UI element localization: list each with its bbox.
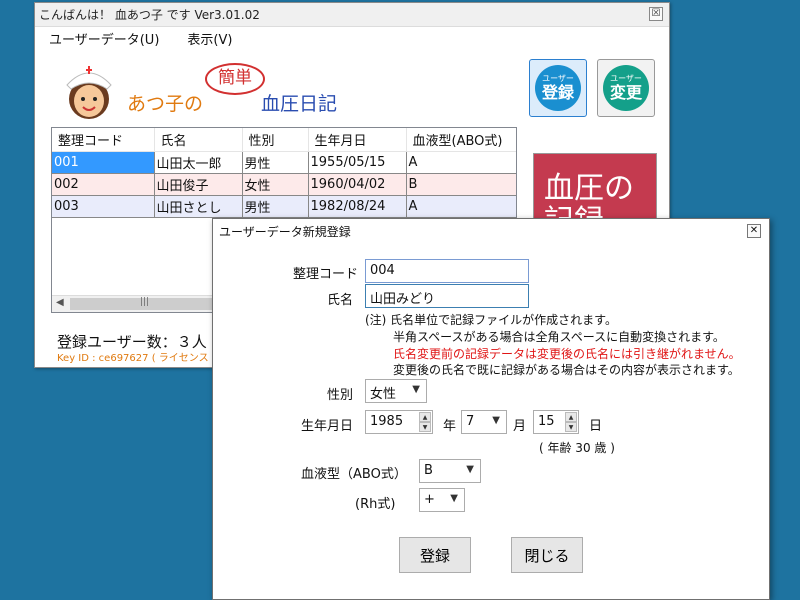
table-cell: 女性 xyxy=(242,173,309,196)
table-row[interactable]: 003 山田さとし 男性 1982/08/24 A xyxy=(52,195,516,218)
month-unit: 月 xyxy=(513,419,527,434)
table-cell: 001 xyxy=(52,151,155,174)
table-cell: A xyxy=(406,195,516,218)
gender-label: 性別 xyxy=(327,388,354,403)
chevron-down-icon: ▼ xyxy=(492,415,500,426)
year-value: 1985 xyxy=(370,414,404,429)
user-change-button[interactable]: ユーザー 変更 xyxy=(597,59,655,117)
table-cell: A xyxy=(406,151,516,174)
spin-up-icon[interactable]: ▲ xyxy=(419,412,431,422)
app-logo: あつ子の 簡単 血圧日記 xyxy=(57,59,357,123)
name-field[interactable]: 山田みどり xyxy=(365,284,529,308)
new-user-dialog: ユーザーデータ新規登録 ✕ 整理コード 004 氏名 山田みどり (注) 氏名単… xyxy=(212,218,770,600)
table-cell: 002 xyxy=(52,173,155,196)
day-unit: 日 xyxy=(589,419,603,434)
table-cell: 山田さとし xyxy=(154,195,243,218)
dob-label: 生年月日 xyxy=(301,419,354,434)
chevron-down-icon: ▼ xyxy=(450,493,458,504)
code-label: 整理コード xyxy=(293,267,359,282)
rh-label: (Rh式) xyxy=(355,497,396,512)
column-header[interactable]: 整理コード xyxy=(52,128,155,152)
note-line: 変更後の氏名で既に記録がある場合はその内容が表示されます。 xyxy=(393,363,740,377)
close-button[interactable]: 閉じる xyxy=(511,537,583,573)
menu-view[interactable]: 表示(V) xyxy=(173,29,246,48)
logo-bubble: 簡単 xyxy=(205,63,265,95)
table-cell: 1982/08/24 xyxy=(308,195,407,218)
dialog-titlebar: ユーザーデータ新規登録 ✕ xyxy=(213,219,769,243)
table-cell: 1960/04/02 xyxy=(308,173,407,196)
note-line-warning: 氏名変更前の記録データは変更後の氏名には引き継がれません。 xyxy=(393,347,741,361)
month-select[interactable]: 7 ▼ xyxy=(461,410,507,434)
close-icon[interactable]: ✕ xyxy=(747,224,761,238)
user-register-button[interactable]: ユーザー 登録 xyxy=(529,59,587,117)
nurse-icon xyxy=(66,66,112,119)
dialog-title: ユーザーデータ新規登録 xyxy=(219,224,351,239)
column-header[interactable]: 氏名 xyxy=(154,128,243,152)
age-text: ( 年齢 30 歳 ) xyxy=(539,441,615,455)
year-stepper[interactable]: 1985 ▲ ▼ xyxy=(365,410,433,434)
table-header: 整理コード 氏名 性別 生年月日 血液型(ABO式) xyxy=(52,128,516,152)
gender-value: 女性 xyxy=(370,387,397,402)
note-line: (注) 氏名単位で記録ファイルが作成されます。 xyxy=(365,313,617,327)
chevron-down-icon: ▼ xyxy=(412,384,420,395)
table-cell: 男性 xyxy=(242,151,309,174)
logo-text-part2: 血圧日記 xyxy=(261,93,338,115)
table-cell: 1955/05/15 xyxy=(308,151,407,174)
table-cell: 男性 xyxy=(242,195,309,218)
gender-select[interactable]: 女性 ▼ xyxy=(365,379,427,403)
day-stepper[interactable]: 15 ▲ ▼ xyxy=(533,410,579,434)
code-field[interactable]: 004 xyxy=(365,259,529,283)
scroll-grip-icon: ||| xyxy=(140,297,150,307)
name-label: 氏名 xyxy=(327,293,354,308)
blood-type-select[interactable]: B ▼ xyxy=(419,459,481,483)
column-header[interactable]: 血液型(ABO式) xyxy=(406,128,516,152)
main-title: こんばんは！ 血あつ子 です Ver3.01.02 xyxy=(39,8,260,22)
key-id-label: Key ID : ce697627 ( ライセンス xyxy=(57,353,209,364)
spin-down-icon[interactable]: ▼ xyxy=(419,422,431,432)
logo-text-part1: あつ子の xyxy=(127,93,204,115)
menubar: ユーザーデータ(U) 表示(V) xyxy=(35,27,669,49)
table-row[interactable]: 001 山田太一郎 男性 1955/05/15 A xyxy=(52,151,516,174)
table-cell: 山田俊子 xyxy=(154,173,243,196)
blood-type-label: 血液型（ABO式） xyxy=(301,467,407,482)
year-unit: 年 xyxy=(443,419,457,434)
column-header[interactable]: 生年月日 xyxy=(308,128,407,152)
spin-down-icon[interactable]: ▼ xyxy=(565,422,577,432)
rh-value: + xyxy=(424,492,435,507)
column-header[interactable]: 性別 xyxy=(242,128,309,152)
rh-select[interactable]: + ▼ xyxy=(419,488,465,512)
register-button[interactable]: 登録 xyxy=(399,537,471,573)
blood-record-banner[interactable]: 血圧の記録 xyxy=(533,153,657,223)
main-titlebar: こんばんは！ 血あつ子 です Ver3.01.02 ☒ xyxy=(35,3,669,27)
chevron-down-icon: ▼ xyxy=(466,464,474,475)
close-icon[interactable]: ☒ xyxy=(649,7,663,21)
menu-user-data[interactable]: ユーザーデータ(U) xyxy=(35,29,173,48)
spin-up-icon[interactable]: ▲ xyxy=(565,412,577,422)
table-cell: 003 xyxy=(52,195,155,218)
scroll-left-icon[interactable]: ◀ xyxy=(56,297,64,308)
table-cell: 山田太一郎 xyxy=(154,151,243,174)
day-value: 15 xyxy=(538,414,555,429)
table-cell: B xyxy=(406,173,516,196)
month-value: 7 xyxy=(466,414,475,429)
note-line: 半角スペースがある場合は全角スペースに自動変換されます。 xyxy=(393,330,725,344)
table-row[interactable]: 002 山田俊子 女性 1960/04/02 B xyxy=(52,173,516,196)
blood-type-value: B xyxy=(424,463,433,478)
